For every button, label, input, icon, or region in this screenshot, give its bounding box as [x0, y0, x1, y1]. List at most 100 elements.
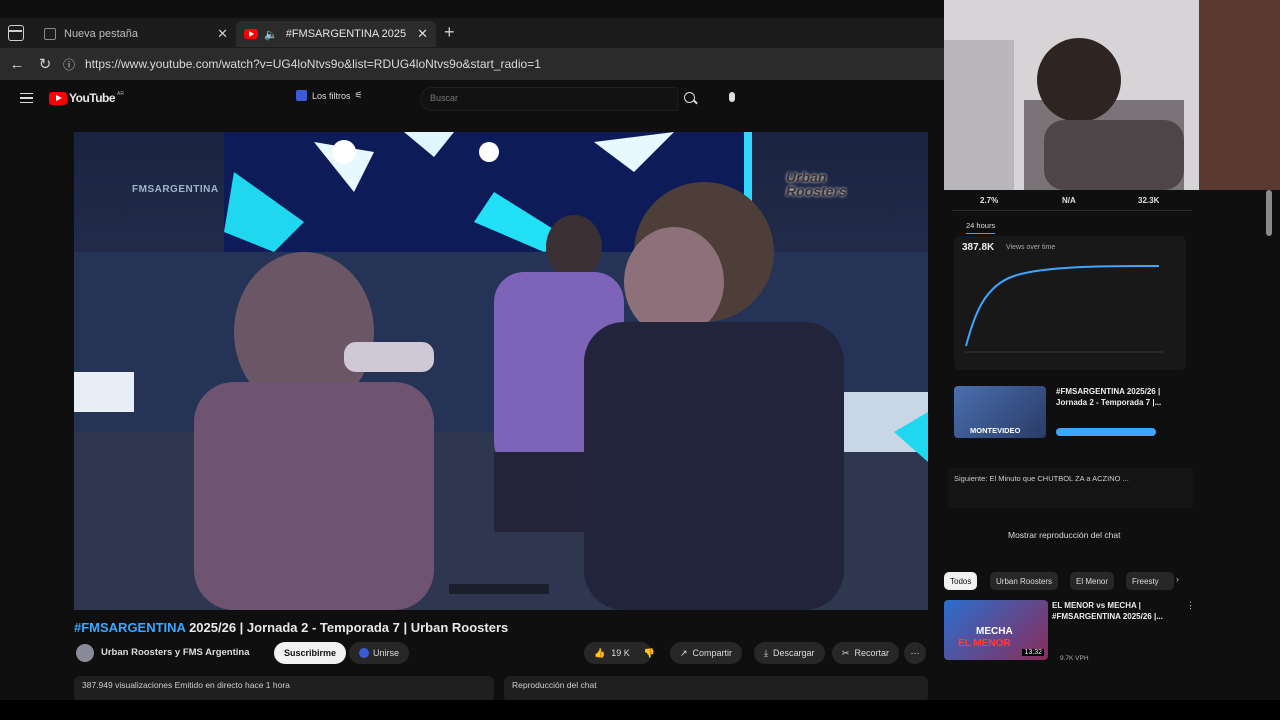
search-icon[interactable]	[684, 92, 698, 105]
chip-all[interactable]: Todos	[944, 572, 978, 590]
join-label: Unirse	[373, 648, 400, 658]
youtube-logo[interactable]: YouTube AR	[49, 91, 124, 105]
search-input[interactable]	[430, 93, 630, 103]
up-next-brand: MONTEVIDEO	[970, 426, 1021, 435]
thumbs-up-icon: 👍	[594, 647, 606, 658]
search-box[interactable]	[420, 87, 678, 111]
youtube-logo-icon	[49, 91, 67, 105]
urban-roosters-watermark: Urban Roosters	[786, 170, 847, 198]
filters-button[interactable]: Los filtros ⚟	[296, 90, 363, 101]
download-icon: ⤓	[764, 647, 768, 658]
recommended-video[interactable]: MECHA EL MENOR 13:32 EL MENOR vs MECHA |…	[944, 600, 1195, 670]
chip-urban-roosters[interactable]: Urban Roosters	[990, 572, 1059, 590]
youtube-logo-text: YouTube	[69, 91, 116, 105]
like-button[interactable]: 👍 19 K 👎	[584, 642, 655, 664]
up-next-card[interactable]: MONTEVIDEO #FMSARGENTINA 2025/26 | Jorna…	[954, 386, 1194, 446]
description-box[interactable]: 387.949 visualizaciones Emitido en direc…	[74, 676, 494, 702]
download-label: Descargar	[772, 648, 815, 658]
rec-thumb-line-1: MECHA	[976, 626, 1013, 637]
video-actions: Urban Roosters y FMS Argentina Suscribir…	[74, 642, 934, 672]
back-arrow-icon[interactable]: ←	[3, 50, 31, 78]
rec-thumb-line-2: EL MENOR	[958, 638, 1011, 649]
close-icon[interactable]: ✕	[217, 26, 228, 42]
up-next-title: #FMSARGENTINA 2025/26 | Jornada 2 - Temp…	[1056, 387, 1162, 407]
country-code: AR	[117, 91, 124, 97]
channel-avatar[interactable]	[76, 644, 94, 662]
address-bar: ← ↻ ⓘ https://www.youtube.com/watch?v=UG…	[0, 48, 944, 80]
youtube-favicon	[244, 29, 258, 39]
show-chat-button[interactable]: Mostrar reproducción del chat	[1008, 530, 1120, 540]
rec-duration: 13:32	[1022, 649, 1044, 656]
menu-hamburger-icon[interactable]	[20, 93, 33, 103]
site-info-icon[interactable]: ⓘ	[59, 50, 79, 78]
tab-label: Nueva pestaña	[64, 28, 138, 40]
share-button[interactable]: ↗ Compartir	[670, 642, 743, 664]
stat-na: N/A	[1062, 196, 1076, 205]
rec-thumbnail: MECHA EL MENOR 13:32	[944, 600, 1048, 660]
chat-replay-label: Reproducción del chat	[512, 680, 597, 690]
browser-window: Nueva pestaña ✕ 🔈 #FMSARGENTINA 2025/26 …	[0, 0, 944, 720]
video-frame	[74, 132, 928, 610]
up-next-thumbnail: MONTEVIDEO	[954, 386, 1046, 438]
sliders-icon: ⚟	[354, 90, 363, 100]
siguiente-banner[interactable]: Siguiente: El Minuto que CHUTBOL ZA a AC…	[948, 468, 1194, 508]
chat-replay-box[interactable]: Reproducción del chat	[504, 676, 928, 702]
panel-divider	[952, 210, 1192, 211]
filters-label: Los filtros	[312, 90, 351, 101]
scissors-icon: ✂	[842, 647, 850, 658]
rec-views: 9.7K VPH	[1060, 655, 1089, 662]
speaker-icon[interactable]: 🔈	[264, 28, 278, 41]
share-label: Compartir	[692, 648, 733, 658]
youtube-header: YouTube AR Los filtros ⚟	[0, 80, 944, 118]
video-title-hashtag[interactable]: #FMSARGENTINA	[74, 620, 185, 635]
fms-argentina-watermark: FMSARGENTINA	[132, 184, 219, 195]
share-icon: ↗	[680, 647, 688, 658]
join-badge-icon	[359, 648, 369, 658]
tab-24-hours[interactable]: 24 hours	[966, 221, 996, 234]
views-sparkline	[964, 265, 1164, 353]
views-line: 387.949 visualizaciones Emitido en direc…	[82, 680, 290, 690]
views-card: 387.8K Views over time	[954, 236, 1186, 370]
stats-side-panel: 2.7% N/A 32.3K 24 hours 387.8K Views ove…	[944, 190, 1280, 700]
stat-ctr: 2.7%	[980, 196, 999, 205]
up-next-progress	[1056, 428, 1156, 436]
watermark-line-1: Urban	[786, 169, 827, 185]
chip-freestyle[interactable]: Freesty	[1126, 572, 1174, 590]
rec-title: EL MENOR vs MECHA | #FMSARGENTINA 2025/2…	[1052, 601, 1163, 621]
rec-menu-icon[interactable]: ⋮	[1186, 600, 1195, 611]
reload-icon[interactable]: ↻	[31, 50, 59, 78]
panel-scrollbar[interactable]	[1266, 190, 1272, 236]
tab-actions-icon[interactable]	[8, 25, 24, 41]
tab-new-tab[interactable]: Nueva pestaña ✕	[36, 21, 236, 47]
url-field[interactable]: https://www.youtube.com/watch?v=UG4loNtv…	[85, 57, 541, 71]
download-button[interactable]: ⤓ Descargar	[754, 642, 825, 664]
new-tab-plus-icon[interactable]: +	[444, 22, 455, 43]
webcam-overlay	[944, 0, 1280, 190]
stat-subs: 32.3K	[1138, 196, 1160, 205]
more-options-button[interactable]: ⋯	[904, 642, 926, 664]
tab-youtube[interactable]: 🔈 #FMSARGENTINA 2025/26 ✕	[236, 21, 436, 47]
channel-name[interactable]: Urban Roosters y FMS Argentina	[101, 647, 250, 658]
watermark-line-2: Roosters	[786, 183, 847, 199]
page-icon	[44, 28, 56, 40]
close-icon[interactable]: ✕	[417, 26, 428, 42]
like-count: 19 K	[611, 648, 630, 658]
clip-button[interactable]: ✂ Recortar	[832, 642, 900, 664]
webcam-frame	[944, 0, 1280, 190]
video-title: #FMSARGENTINA 2025/26 | Jornada 2 - Temp…	[74, 620, 508, 635]
video-player[interactable]: FMSARGENTINA Urban Roosters	[74, 132, 928, 610]
thumbs-down-icon[interactable]: 👎	[644, 648, 655, 659]
siguiente-text: Siguiente: El Minuto que CHUTBOL ZA a AC…	[954, 474, 1129, 483]
chips-next-icon[interactable]: ›	[1176, 574, 1179, 584]
clip-label: Recortar	[854, 648, 890, 658]
views-line-path	[965, 265, 1160, 347]
subscribe-button[interactable]: Suscribirme	[274, 642, 347, 664]
youtube-page: YouTube AR Los filtros ⚟ Buscar FMSARGEN…	[0, 80, 944, 720]
bottom-black-bar	[0, 700, 1280, 720]
video-title-text: 2025/26 | Jornada 2 - Temporada 7 | Urba…	[185, 620, 509, 635]
chip-el-menor[interactable]: El Menor	[1070, 572, 1115, 590]
tab-strip: Nueva pestaña ✕ 🔈 #FMSARGENTINA 2025/26 …	[0, 18, 944, 48]
microphone-icon[interactable]	[729, 92, 735, 102]
join-button[interactable]: Unirse	[349, 642, 410, 664]
filter-badge-icon	[296, 90, 307, 101]
